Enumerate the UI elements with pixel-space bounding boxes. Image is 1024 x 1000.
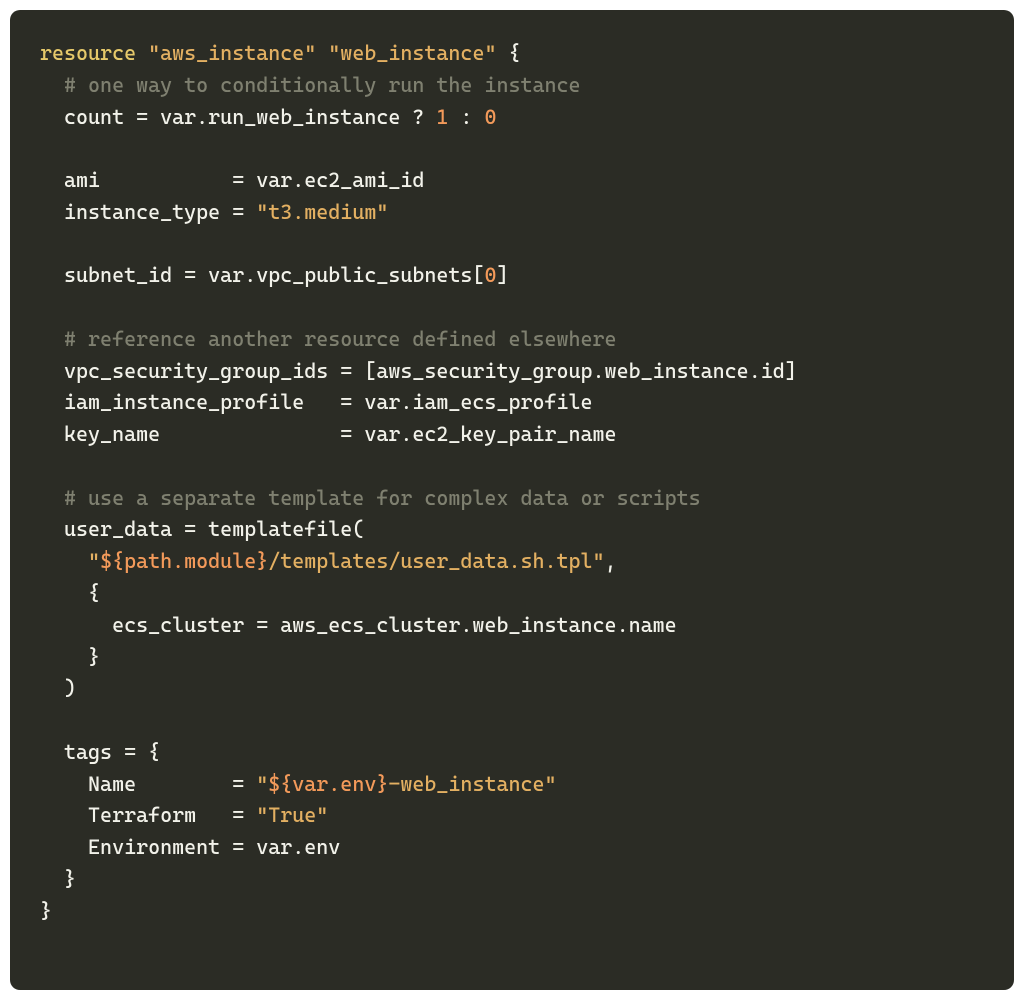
number: 1 <box>436 105 448 129</box>
code-block: resource "aws_instance" "web_instance" {… <box>10 10 1014 990</box>
code-line: subnet_id = var.vpc_public_subnets[ <box>40 263 484 287</box>
string: /templates/user_data.sh.tpl" <box>268 549 604 573</box>
code-line: } <box>40 899 52 923</box>
code-line: key_name = var.ec2_key_pair_name <box>40 422 617 446</box>
code-line: ecs_cluster = aws_ecs_cluster.web_instan… <box>40 613 677 637</box>
code-line: instance_type = <box>40 200 256 224</box>
string-resource-type: "aws_instance" <box>148 41 316 65</box>
code-line: user_data = templatefile( <box>40 517 364 541</box>
code-line: ami = var.ec2_ami_id <box>40 168 424 192</box>
code-line: count = var.run_web_instance ? <box>40 105 436 129</box>
keyword-resource: resource <box>40 41 136 65</box>
code-line: } <box>40 645 100 669</box>
code-line: vpc_security_group_ids = [aws_security_g… <box>40 359 797 383</box>
code-line: } <box>40 867 76 891</box>
comment: # reference another resource defined els… <box>40 327 617 351</box>
code-line: iam_instance_profile = var.iam_ecs_profi… <box>40 390 593 414</box>
code-content: resource "aws_instance" "web_instance" {… <box>40 38 984 927</box>
string: "t3.medium" <box>256 200 388 224</box>
string-resource-name: "web_instance" <box>328 41 496 65</box>
code-line: { <box>40 581 100 605</box>
code-line: tags = { <box>40 740 160 764</box>
string: -web_instance" <box>388 772 556 796</box>
string: "True" <box>256 803 328 827</box>
interpolation: ${path.module} <box>100 549 268 573</box>
number: 0 <box>484 105 496 129</box>
code-line: ) <box>40 676 76 700</box>
comment: # use a separate template for complex da… <box>40 486 701 510</box>
number: 0 <box>484 263 496 287</box>
comment: # one way to conditionally run the insta… <box>40 73 581 97</box>
interpolation: ${var.env} <box>268 772 388 796</box>
code-line: Environment = var.env <box>40 835 340 859</box>
